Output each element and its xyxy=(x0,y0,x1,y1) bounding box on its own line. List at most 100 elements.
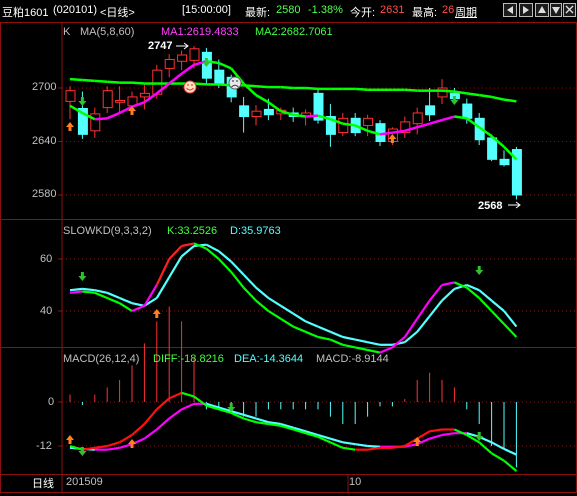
kd-k-line-seg-2 xyxy=(82,290,95,294)
sad-face-icon xyxy=(228,76,242,90)
macd-dea-line-seg-36 xyxy=(503,447,517,456)
macd-dea-value: DEA:-14.3644 xyxy=(234,353,304,365)
macd-diff-line-seg-30 xyxy=(429,428,443,433)
macd-dea-line-seg-30 xyxy=(429,433,443,440)
kd-d-line-seg-17 xyxy=(267,297,282,307)
candle-32 xyxy=(462,103,473,119)
candle-10 xyxy=(189,48,200,61)
macd-diff-line-seg-6 xyxy=(131,423,146,436)
kd-k-line-seg-21 xyxy=(317,335,331,341)
ma2-line-seg-32 xyxy=(454,90,467,95)
y-tick-2580: 2580 xyxy=(32,188,57,200)
kd-k-line-seg-4 xyxy=(106,296,121,305)
main-indicator-prefix: K xyxy=(63,26,71,38)
period-button[interactable]: 周期 xyxy=(455,4,477,20)
ma1-line-seg-32 xyxy=(454,115,467,120)
footer-date-mid: 10 xyxy=(349,476,362,488)
kd-k-line-seg-10 xyxy=(181,242,195,248)
kd-d-line-seg-16 xyxy=(255,286,270,299)
prev-button[interactable] xyxy=(503,3,517,17)
high-value: 26 xyxy=(442,4,455,16)
kd-title: SLOWKD(9,3,3,2) xyxy=(63,225,152,237)
ma2-line-seg-36 xyxy=(503,98,517,103)
candle-34 xyxy=(487,137,498,160)
sad-face-eye xyxy=(232,80,234,82)
ma1-line-seg-20 xyxy=(305,114,319,118)
kd-k-line-seg-1 xyxy=(69,290,83,294)
macd-diff-line-seg-34 xyxy=(478,441,493,455)
macd-diff-line-seg-5 xyxy=(119,434,133,444)
max-annotation-arrow-icon xyxy=(176,42,189,50)
latest-value: 2580 xyxy=(276,4,301,16)
ma2-line-seg-4 xyxy=(107,80,120,84)
kd-k-line-seg-20 xyxy=(305,330,319,339)
candle-12 xyxy=(214,69,225,85)
macd-diff-line-seg-23 xyxy=(342,446,356,451)
macd-diff-line-seg-29 xyxy=(416,430,431,440)
macd-dea-line-seg-23 xyxy=(342,441,356,446)
happy-face-icon xyxy=(183,80,197,94)
macd-title: MACD(26,12,4) xyxy=(63,353,140,365)
kd-k-value: K:33.2526 xyxy=(167,225,218,237)
open-value: 2631 xyxy=(380,4,405,16)
kd-d-line-seg-36 xyxy=(503,310,518,328)
shrink-button[interactable] xyxy=(550,3,562,17)
kd-k-line-seg-18 xyxy=(280,317,294,328)
candle-4 xyxy=(115,99,126,103)
kd-d-line-seg-20 xyxy=(305,320,319,328)
candle-0 xyxy=(65,90,76,102)
min-price-annotation: 2568 xyxy=(478,200,503,212)
ma2-value: MA2:2682.7061 xyxy=(255,26,333,38)
candle-14 xyxy=(239,105,250,118)
stock-chart-window: 豆粕1601 (020101) <日线> [15:00:00] 最新: 2580… xyxy=(0,0,577,493)
stock-code: (020101) xyxy=(53,4,98,16)
change-pct: -1.38% xyxy=(308,4,343,16)
ma1-line-seg-4 xyxy=(106,111,121,120)
chart-area[interactable]: K MA(5,8,60) MA1:2619.4833 MA2:2682.7061… xyxy=(0,22,577,493)
macd-diff-line-seg-4 xyxy=(106,441,120,448)
kd-d-line-seg-25 xyxy=(367,341,381,346)
kd-y-tick-60: 60 xyxy=(40,253,53,265)
kd-d-line-seg-4 xyxy=(106,291,121,300)
ma1-line-seg-9 xyxy=(168,72,183,85)
candle-2 xyxy=(90,113,101,132)
macd-buy-arrow-icon xyxy=(66,435,74,444)
kd-k-line-seg-31 xyxy=(441,281,455,287)
candle-8 xyxy=(164,58,175,69)
expand-icon xyxy=(538,6,546,13)
ma1-line-seg-3 xyxy=(94,117,108,121)
ma1-line-seg-29 xyxy=(416,122,430,129)
ma1-line-seg-30 xyxy=(429,118,443,125)
chart-canvas[interactable] xyxy=(0,22,577,493)
kd-d-line-seg-1 xyxy=(69,287,83,292)
macd-diff-line-seg-36 xyxy=(503,459,518,472)
happy-face-outline xyxy=(183,80,197,94)
close-button[interactable] xyxy=(563,3,576,17)
macd-y-tick-0: 0 xyxy=(48,396,55,408)
candle-30 xyxy=(437,87,448,98)
macd-dea-line-seg-10 xyxy=(181,402,195,411)
macd-diff-line-seg-22 xyxy=(329,441,344,449)
ma1-line-seg-10 xyxy=(180,63,195,75)
kd-sell-arrow-icon xyxy=(475,266,484,275)
footer-date-start: 201509 xyxy=(66,476,103,488)
expand-button[interactable] xyxy=(535,3,549,17)
candle-3 xyxy=(102,90,113,109)
ma2-line-seg-1 xyxy=(69,77,83,82)
candle-28 xyxy=(412,112,423,125)
prev-icon xyxy=(507,6,513,14)
shrink-icon xyxy=(552,7,560,14)
ma1-line-seg-19 xyxy=(293,113,306,118)
macd-dea-line-seg-25 xyxy=(367,444,381,448)
kd-sell-arrow-icon xyxy=(78,272,87,281)
kd-d-line-seg-29 xyxy=(416,315,431,333)
next-button[interactable] xyxy=(519,3,533,17)
ma2-line-seg-28 xyxy=(404,88,418,92)
macd-diff-line-seg-8 xyxy=(156,397,170,411)
open-label: 今开: xyxy=(350,7,376,19)
sad-face-eye xyxy=(236,80,238,82)
ma2-line-seg-24 xyxy=(355,87,368,92)
min-annotation-arrow-icon xyxy=(508,201,521,209)
ma1-line-seg-13 xyxy=(218,61,232,70)
sad-face-outline xyxy=(228,76,242,90)
